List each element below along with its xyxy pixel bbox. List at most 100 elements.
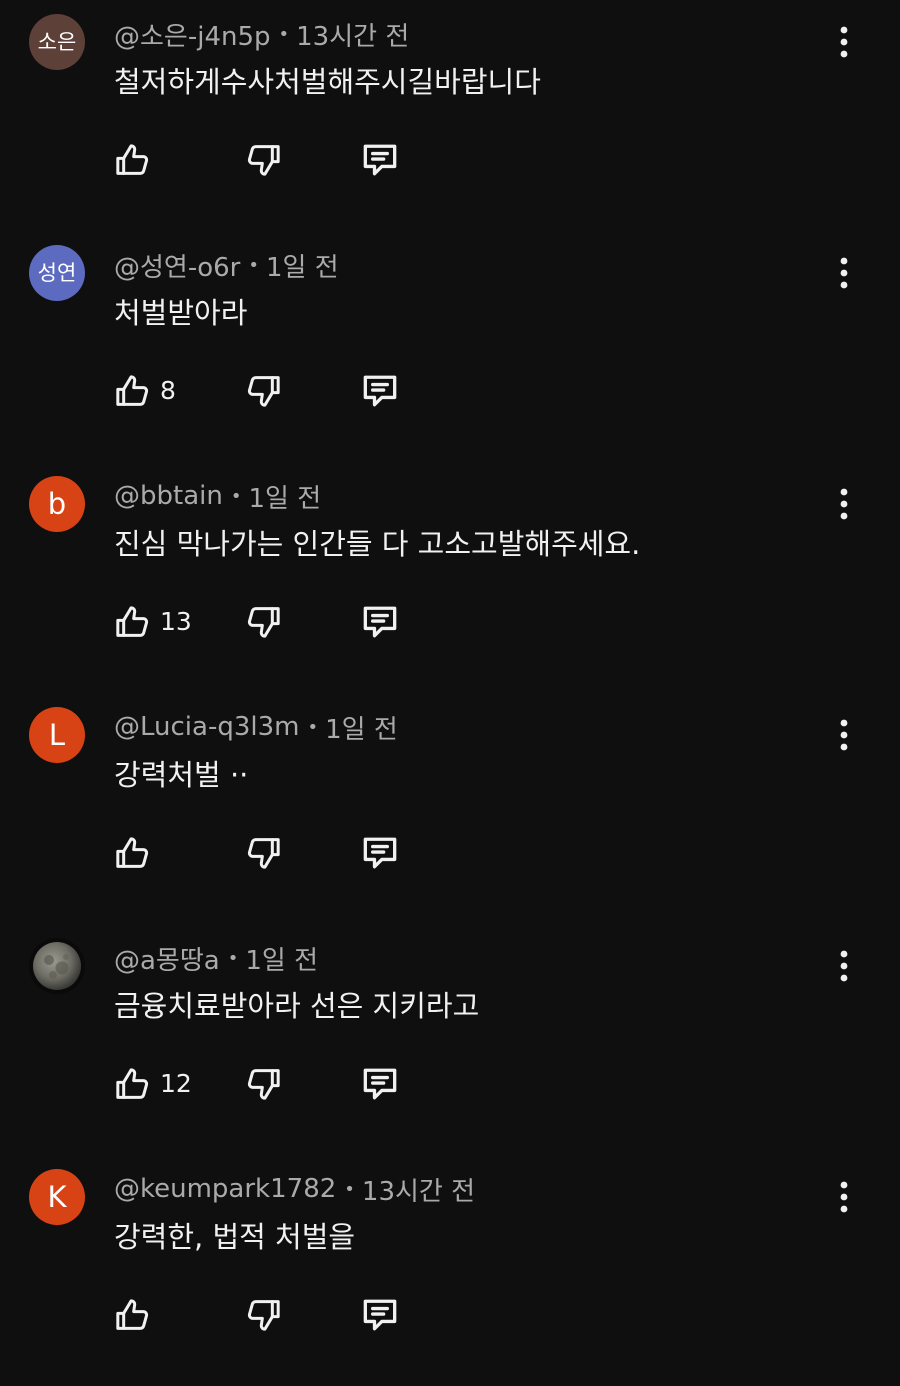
reply-icon (363, 837, 397, 869)
comment-meta: @bbtain • 1일 전 (114, 478, 321, 514)
like-count: 8 (160, 376, 176, 405)
more-options-button[interactable] (820, 711, 868, 759)
avatar-initials: 소은 (37, 29, 77, 54)
reply-icon (363, 144, 397, 176)
comment-time[interactable]: 1일 전 (266, 247, 339, 284)
dislike-button[interactable] (240, 367, 288, 415)
avatar-initials: K (47, 1179, 67, 1214)
comment-meta: @Lucia-q3l3m • 1일 전 (114, 709, 398, 745)
more-vert-icon (840, 719, 848, 751)
comment-time[interactable]: 1일 전 (248, 478, 321, 515)
thumbs-down-icon (247, 1069, 280, 1100)
thumbs-down-icon (247, 607, 280, 638)
comment-item: K @keumpark1782 • 13시간 전 강력한, 법적 처벌을 (0, 1155, 900, 1386)
like-button[interactable] (108, 1291, 156, 1339)
moon-avatar-image (29, 938, 85, 994)
author-name[interactable]: @bbtain (114, 481, 223, 511)
thumbs-up-icon (116, 1299, 149, 1330)
reply-icon (363, 1068, 397, 1100)
comment-actions: 8 (0, 351, 900, 431)
more-vert-icon (840, 257, 848, 289)
comment-text: 진심 막나가는 인간들 다 고소고발해주세요. (114, 527, 641, 561)
avatar-initials: L (48, 717, 66, 752)
thumbs-down-icon (247, 376, 280, 407)
reply-button[interactable] (356, 598, 404, 646)
meta-separator: • (230, 485, 242, 507)
more-options-button[interactable] (820, 480, 868, 528)
like-button[interactable] (108, 367, 156, 415)
thumbs-down-icon (247, 838, 280, 869)
like-button[interactable] (108, 136, 156, 184)
thumbs-up-icon (116, 606, 149, 637)
avatar-initials: b (47, 486, 67, 521)
comment-text: 철저하게수사처벌해주시길바랍니다 (114, 65, 541, 99)
more-vert-icon (840, 26, 848, 58)
more-vert-icon (840, 950, 848, 982)
reply-icon (363, 606, 397, 638)
meta-separator: • (227, 947, 239, 969)
comment-item: L @Lucia-q3l3m • 1일 전 강력처벌 ·· (0, 693, 900, 924)
author-name[interactable]: @성연-o6r (114, 247, 240, 284)
comment-text: 금융치료받아라 선은 지키라고 (114, 989, 480, 1023)
meta-separator: • (344, 1178, 355, 1200)
avatar[interactable]: 성연 (29, 245, 85, 301)
dislike-button[interactable] (240, 1291, 288, 1339)
avatar[interactable]: b (29, 476, 85, 532)
meta-separator: • (307, 716, 319, 738)
reply-button[interactable] (356, 1291, 404, 1339)
like-button[interactable] (108, 829, 156, 877)
comment-item: 성연 @성연-o6r • 1일 전 처벌받아라 8 (0, 231, 900, 462)
avatar[interactable]: L (29, 707, 85, 763)
more-vert-icon (840, 1181, 848, 1213)
like-count: 12 (160, 1069, 192, 1098)
comment-time[interactable]: 1일 전 (325, 709, 398, 746)
reply-icon (363, 375, 397, 407)
comment-meta: @성연-o6r • 1일 전 (114, 247, 339, 283)
reply-button[interactable] (356, 136, 404, 184)
avatar[interactable] (29, 938, 85, 994)
thumbs-up-icon (116, 1068, 149, 1099)
comment-item: b @bbtain • 1일 전 진심 막나가는 인간들 다 고소고발해주세요.… (0, 462, 900, 693)
like-button[interactable] (108, 598, 156, 646)
comment-item: @a몽땅a • 1일 전 금융치료받아라 선은 지키라고 12 (0, 924, 900, 1155)
reply-button[interactable] (356, 1060, 404, 1108)
reply-button[interactable] (356, 829, 404, 877)
comment-actions (0, 120, 900, 200)
thumbs-down-icon (247, 1300, 280, 1331)
dislike-button[interactable] (240, 136, 288, 184)
dislike-button[interactable] (240, 598, 288, 646)
dislike-button[interactable] (240, 829, 288, 877)
avatar[interactable]: 소은 (29, 14, 85, 70)
comment-meta: @keumpark1782 • 13시간 전 (114, 1171, 475, 1207)
thumbs-up-icon (116, 837, 149, 868)
thumbs-up-icon (116, 375, 149, 406)
author-name[interactable]: @Lucia-q3l3m (114, 712, 299, 742)
like-count: 13 (160, 607, 192, 636)
comment-list: 소은 @소은-j4n5p • 13시간 전 철저하게수사처벌해주시길바랍니다 성… (0, 0, 900, 1358)
comment-meta: @a몽땅a • 1일 전 (114, 940, 318, 976)
author-name[interactable]: @a몽땅a (114, 940, 220, 977)
thumbs-up-icon (116, 144, 149, 175)
avatar-initials: 성연 (37, 260, 77, 285)
author-name[interactable]: @keumpark1782 (114, 1174, 336, 1204)
dislike-button[interactable] (240, 1060, 288, 1108)
more-options-button[interactable] (820, 1173, 868, 1221)
like-button[interactable] (108, 1060, 156, 1108)
meta-separator: • (278, 23, 290, 45)
more-vert-icon (840, 488, 848, 520)
comment-actions: 13 (0, 582, 900, 662)
comment-time[interactable]: 1일 전 (245, 940, 318, 977)
more-options-button[interactable] (820, 249, 868, 297)
more-options-button[interactable] (820, 942, 868, 990)
avatar[interactable]: K (29, 1169, 85, 1225)
comment-time[interactable]: 13시간 전 (296, 16, 409, 53)
author-name[interactable]: @소은-j4n5p (114, 16, 271, 53)
comment-time[interactable]: 13시간 전 (362, 1171, 475, 1208)
more-options-button[interactable] (820, 18, 868, 66)
comment-item: 소은 @소은-j4n5p • 13시간 전 철저하게수사처벌해주시길바랍니다 (0, 0, 900, 231)
reply-button[interactable] (356, 367, 404, 415)
comment-text: 처벌받아라 (114, 296, 248, 330)
thumbs-down-icon (247, 145, 280, 176)
comment-actions (0, 813, 900, 893)
comment-text: 강력한, 법적 처벌을 (114, 1220, 356, 1254)
